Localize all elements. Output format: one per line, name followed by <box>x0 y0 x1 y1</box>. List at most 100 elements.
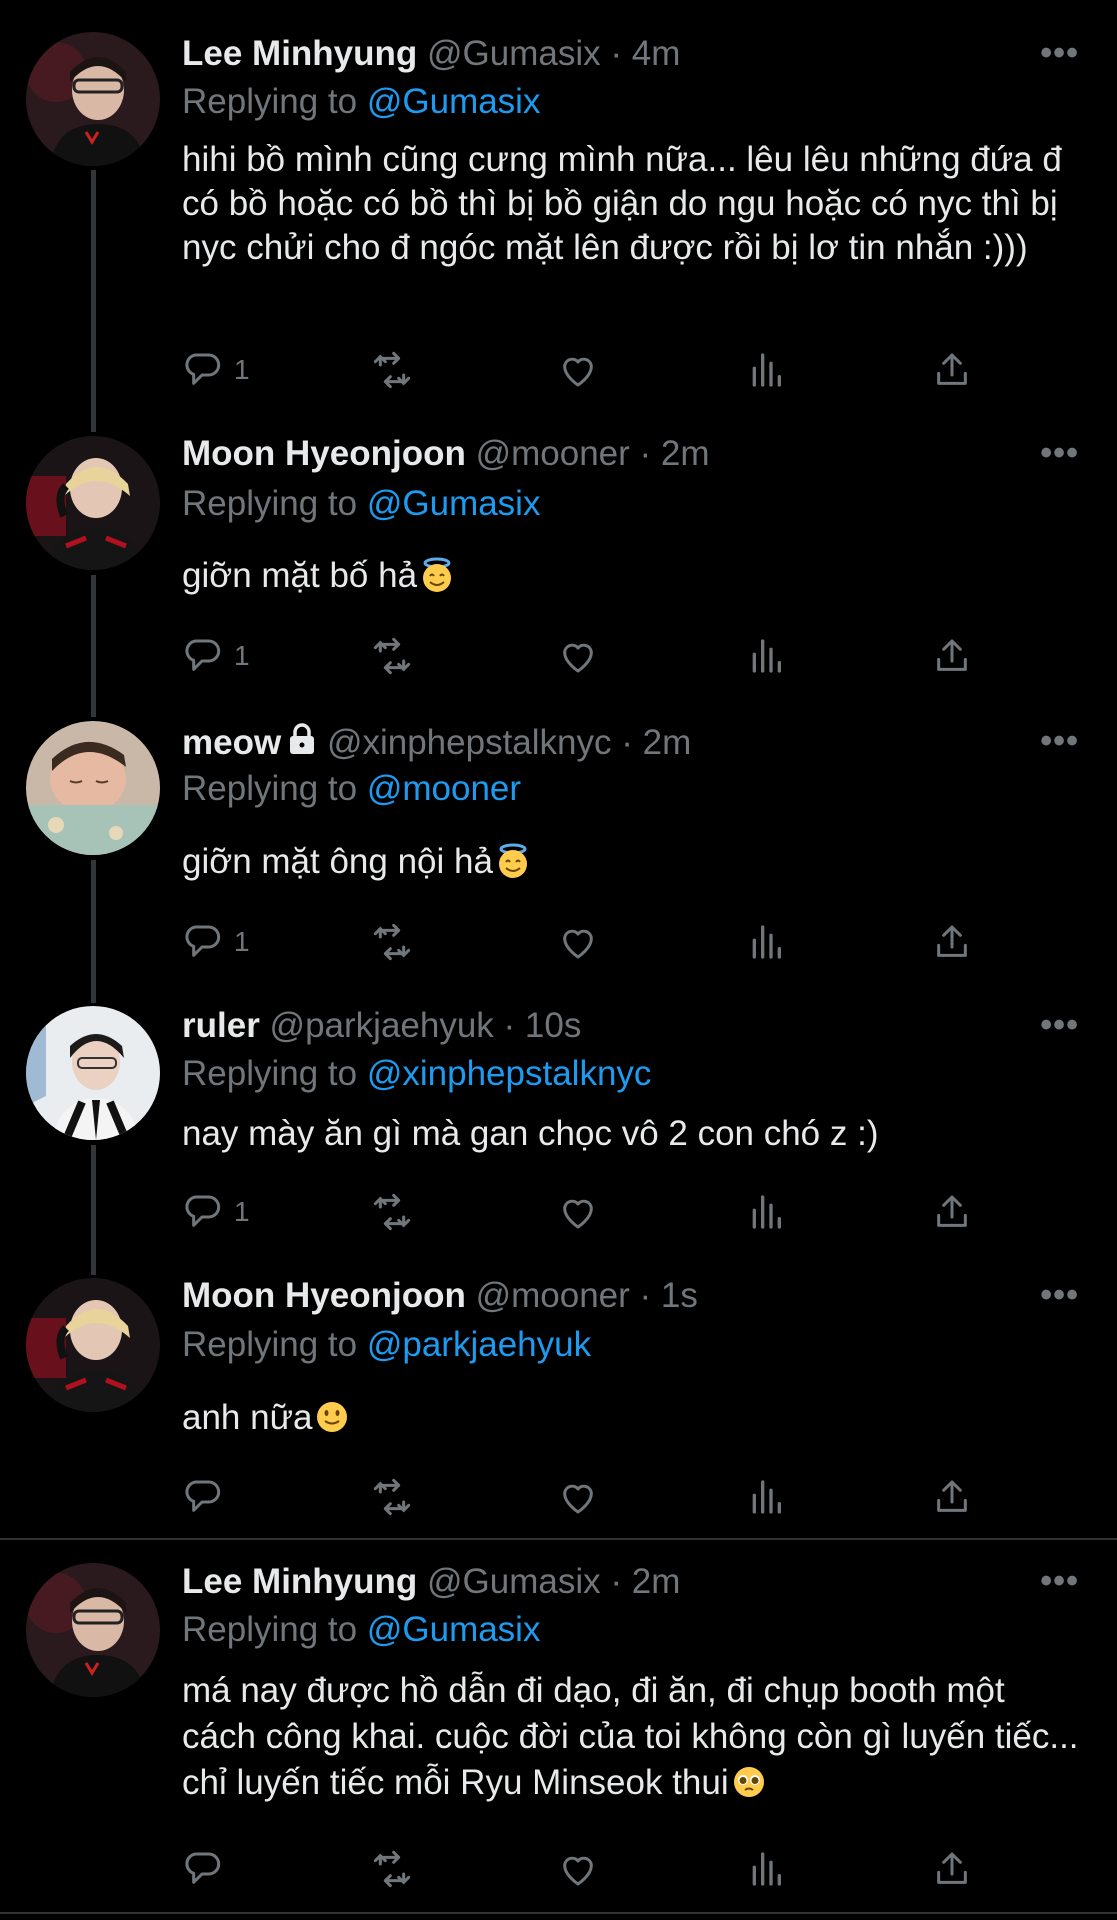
reply-button[interactable] <box>182 1473 234 1521</box>
like-button[interactable] <box>558 918 598 966</box>
divider <box>0 1538 1117 1540</box>
display-name[interactable]: ruler <box>182 1006 260 1045</box>
more-icon[interactable]: ••• <box>1040 1006 1079 1045</box>
replying-handle[interactable]: @xinphepstalknyc <box>367 1054 652 1093</box>
retweet-button[interactable] <box>372 1845 412 1893</box>
tweet-header: Lee Minhyung @Gumasix · 2m ••• <box>182 1562 1117 1608</box>
like-button[interactable] <box>558 1473 598 1521</box>
views-icon <box>752 639 781 673</box>
avatar[interactable] <box>26 32 160 166</box>
tweet-text: anh nữa <box>182 1396 1082 1440</box>
reply-button[interactable]: 1 <box>182 632 250 680</box>
replying-handle[interactable]: @parkjaehyuk <box>367 1325 591 1364</box>
retweet-icon <box>373 637 411 675</box>
handle-time[interactable]: @xinphepstalknyc · 2m <box>327 723 691 762</box>
retweet-button[interactable] <box>372 346 412 394</box>
tweet-text: giỡn mặt ông nội hả <box>182 840 1082 884</box>
tweet-header: ruler @parkjaehyuk · 10s ••• <box>182 1006 1117 1052</box>
tweet-header: meow @xinphepstalknyc · 2m ••• <box>182 722 1117 768</box>
like-button[interactable] <box>558 1845 598 1893</box>
smiling-face-with-halo-icon <box>423 557 452 592</box>
replying-label: Replying to <box>182 769 358 808</box>
avatar[interactable] <box>26 1278 160 1412</box>
retweet-button[interactable] <box>372 632 412 680</box>
views-button[interactable] <box>746 1188 786 1236</box>
replying-handle[interactable]: @mooner <box>367 769 521 808</box>
more-icon[interactable]: ••• <box>1040 1562 1079 1601</box>
share-button[interactable] <box>932 1188 972 1236</box>
reply-button[interactable]: 1 <box>182 918 250 966</box>
share-button[interactable] <box>932 1845 972 1893</box>
action-bar: 1 <box>0 918 1117 966</box>
share-button[interactable] <box>932 632 972 680</box>
tweet-text: hihi bồ mình cũng cưng mình nữa... lêu l… <box>182 140 1062 267</box>
handle-time[interactable]: @Gumasix · 2m <box>427 1562 680 1601</box>
replying-to: Replying to @xinphepstalknyc <box>182 1054 651 1094</box>
avatar[interactable] <box>26 1006 160 1140</box>
retweet-button[interactable] <box>372 1188 412 1236</box>
reply-icon <box>185 1852 221 1884</box>
like-button[interactable] <box>558 632 598 680</box>
views-button[interactable] <box>746 632 786 680</box>
display-name[interactable]: Lee Minhyung <box>182 1562 417 1601</box>
retweet-button[interactable] <box>372 1473 412 1521</box>
handle-time[interactable]: @mooner · 2m <box>476 434 710 473</box>
reply-icon <box>185 1195 221 1227</box>
reply-icon <box>185 639 221 671</box>
reply-button[interactable]: 1 <box>182 1188 250 1236</box>
replying-to: Replying to @parkjaehyuk <box>182 1325 591 1365</box>
display-name[interactable]: meow <box>182 723 281 762</box>
avatar[interactable] <box>26 721 160 855</box>
reply-button[interactable] <box>182 1845 234 1893</box>
more-icon[interactable]: ••• <box>1040 434 1079 473</box>
handle-time[interactable]: @mooner · 1s <box>476 1276 698 1315</box>
views-button[interactable] <box>746 1473 786 1521</box>
like-button[interactable] <box>558 346 598 394</box>
display-name[interactable]: Lee Minhyung <box>182 34 417 73</box>
retweet-icon <box>373 923 411 961</box>
handle-time[interactable]: @parkjaehyuk · 10s <box>270 1006 582 1045</box>
views-icon <box>752 1480 781 1514</box>
tweet[interactable]: Lee Minhyung @Gumasix · 4m ••• Replying … <box>0 0 1117 420</box>
replying-handle[interactable]: @Gumasix <box>367 82 541 121</box>
reply-count: 1 <box>234 640 250 671</box>
replying-to: Replying to @Gumasix <box>182 1610 540 1650</box>
share-button[interactable] <box>932 1473 972 1521</box>
handle-time[interactable]: @Gumasix · 4m <box>427 34 680 73</box>
divider <box>0 1912 1117 1914</box>
views-icon <box>752 353 781 387</box>
views-button[interactable] <box>746 918 786 966</box>
replying-label: Replying to <box>182 484 358 523</box>
more-icon[interactable]: ••• <box>1040 722 1079 761</box>
avatar[interactable] <box>26 436 160 570</box>
share-button[interactable] <box>932 918 972 966</box>
reply-icon <box>185 1480 221 1512</box>
views-button[interactable] <box>746 346 786 394</box>
share-icon <box>937 1852 967 1884</box>
replying-handle[interactable]: @Gumasix <box>367 1610 541 1649</box>
share-icon <box>937 353 967 385</box>
reply-count: 1 <box>234 926 250 957</box>
more-icon[interactable]: ••• <box>1040 1276 1079 1315</box>
like-button[interactable] <box>558 1188 598 1236</box>
action-bar <box>0 1473 1117 1521</box>
more-icon[interactable]: ••• <box>1040 34 1079 73</box>
share-icon <box>937 925 967 957</box>
replying-handle[interactable]: @Gumasix <box>367 484 541 523</box>
retweet-icon <box>373 1478 411 1516</box>
share-icon <box>937 639 967 671</box>
like-icon <box>563 643 593 673</box>
replying-label: Replying to <box>182 82 358 121</box>
replying-label: Replying to <box>182 1054 358 1093</box>
slightly-smiling-face-icon <box>317 1402 348 1432</box>
display-name[interactable]: Moon Hyeonjoon <box>182 1276 466 1315</box>
share-button[interactable] <box>932 346 972 394</box>
retweet-button[interactable] <box>372 918 412 966</box>
action-bar: 1 <box>0 346 1117 394</box>
display-name[interactable]: Moon Hyeonjoon <box>182 434 466 473</box>
share-icon <box>937 1195 967 1227</box>
views-button[interactable] <box>746 1845 786 1893</box>
avatar[interactable] <box>26 1563 160 1697</box>
action-bar <box>0 1845 1117 1893</box>
reply-button[interactable]: 1 <box>182 346 250 394</box>
